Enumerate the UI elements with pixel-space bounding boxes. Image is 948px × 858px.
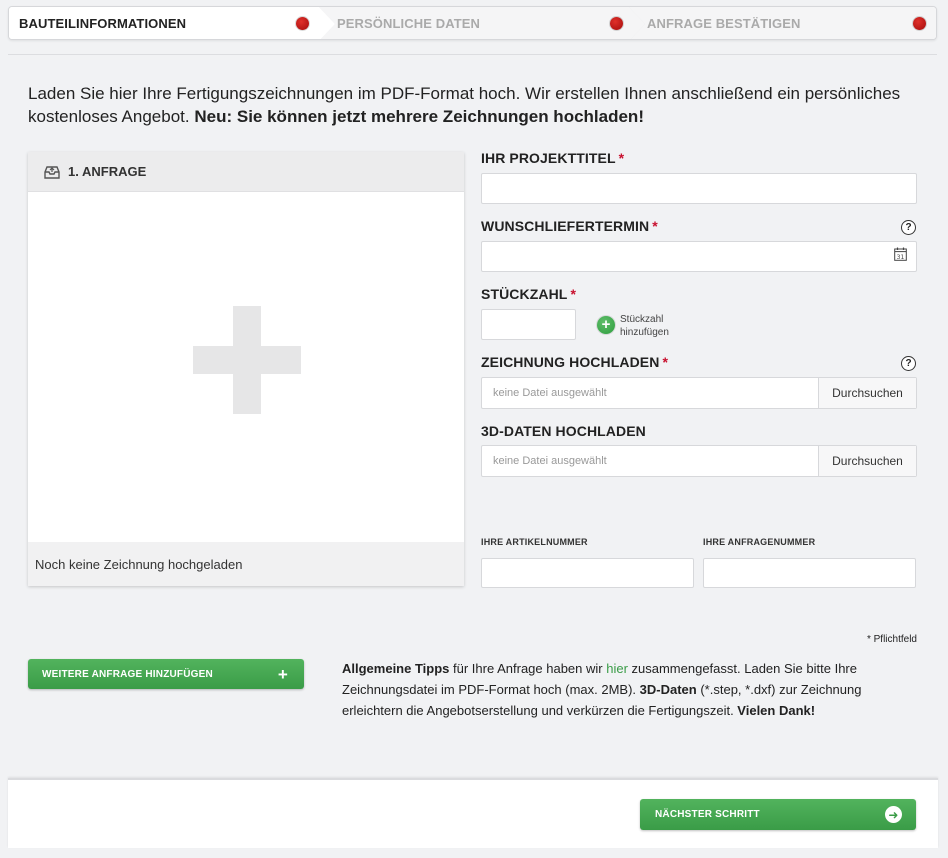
next-step-button[interactable]: NÄCHSTER SCHRITT ➜ (640, 799, 916, 830)
step-label: BAUTEILINFORMATIONEN (19, 15, 187, 31)
request-panel: 1. ANFRAGE Noch keine Zeichnung hochgela… (28, 152, 464, 586)
step-persoenliche-daten[interactable]: PERSÖNLICHE DATEN (319, 7, 645, 39)
step-bauteilinformationen[interactable]: BAUTEILINFORMATIONEN (9, 7, 335, 39)
step-label: PERSÖNLICHE DATEN (337, 15, 481, 31)
add-request-button[interactable]: WEITERE ANFRAGE HINZUFÜGEN + (28, 659, 304, 689)
quantity-input[interactable] (481, 309, 576, 340)
request-panel-title: 1. ANFRAGE (68, 164, 147, 179)
request-panel-footer: Noch keine Zeichnung hochgeladen (28, 542, 464, 586)
calendar-icon[interactable]: 31 (894, 247, 907, 261)
project-title-input[interactable] (481, 173, 917, 204)
article-number-input[interactable] (481, 558, 694, 588)
drawing-upload-help-icon[interactable]: ? (901, 356, 916, 371)
request-number-input[interactable] (703, 558, 916, 588)
delivery-date-help-icon[interactable]: ? (901, 220, 916, 235)
step-status-dot-icon (913, 17, 926, 30)
intro-bold: Neu: Sie können jetzt mehrere Zeichnunge… (194, 107, 644, 126)
required-field-note: * Pflichtfeld (866, 634, 917, 645)
article-number-label: IHRE ARTIKELNUMMER (481, 537, 588, 547)
upload-tray-icon (44, 165, 60, 179)
drawing-file-text: keine Datei ausgewählt (493, 387, 607, 399)
data3d-browse-button[interactable]: Durchsuchen (818, 446, 916, 476)
step-status-dot-icon (610, 17, 623, 30)
add-quantity-button[interactable]: + Stückzahl hinzufügen (597, 313, 669, 339)
step-status-dot-icon (296, 17, 309, 30)
tips-text: Allgemeine Tipps für Ihre Anfrage haben … (342, 661, 862, 718)
delivery-date-label: WUNSCHLIEFERTERMIN * (481, 218, 658, 234)
add-quantity-label: Stückzahl hinzufügen (620, 314, 669, 338)
add-drawing-plus-icon[interactable] (193, 306, 301, 414)
step-anfrage-bestaetigen[interactable]: ANFRAGE BESTÄTIGEN (629, 7, 936, 39)
add-request-label: WEITERE ANFRAGE HINZUFÜGEN (42, 668, 213, 680)
step-label: ANFRAGE BESTÄTIGEN (647, 15, 801, 31)
next-step-label: NÄCHSTER SCHRITT (655, 809, 760, 820)
quantity-label: STÜCKZAHL * (481, 286, 577, 302)
delivery-date-input[interactable] (481, 241, 917, 272)
footer-divider (8, 778, 938, 780)
progress-stepper: BAUTEILINFORMATIONEN PERSÖNLICHE DATEN A… (8, 6, 937, 40)
tips-link[interactable]: hier (606, 661, 628, 676)
request-panel-header: 1. ANFRAGE (28, 152, 464, 192)
drawing-file-field[interactable]: keine Datei ausgewählt Durchsuchen (481, 377, 917, 409)
arrow-right-icon: ➜ (885, 806, 902, 823)
data3d-file-field[interactable]: keine Datei ausgewählt Durchsuchen (481, 445, 917, 477)
drawing-upload-label: ZEICHNUNG HOCHLADEN * (481, 354, 669, 370)
data3d-file-text: keine Datei ausgewählt (493, 455, 607, 467)
plus-circle-icon: + (597, 316, 615, 334)
data3d-upload-label: 3D-DATEN HOCHLADEN (481, 423, 646, 439)
svg-text:31: 31 (897, 254, 905, 261)
project-title-label: IHR PROJEKTTITEL * (481, 150, 625, 166)
intro-text: Laden Sie hier Ihre Fertigungszeichnunge… (28, 82, 908, 128)
drawing-browse-button[interactable]: Durchsuchen (818, 378, 916, 408)
request-number-label: IHRE ANFRAGENUMMER (703, 537, 816, 547)
plus-icon: + (277, 665, 288, 684)
empty-drawing-text: Noch keine Zeichnung hochgeladen (35, 556, 243, 572)
divider (8, 54, 937, 55)
